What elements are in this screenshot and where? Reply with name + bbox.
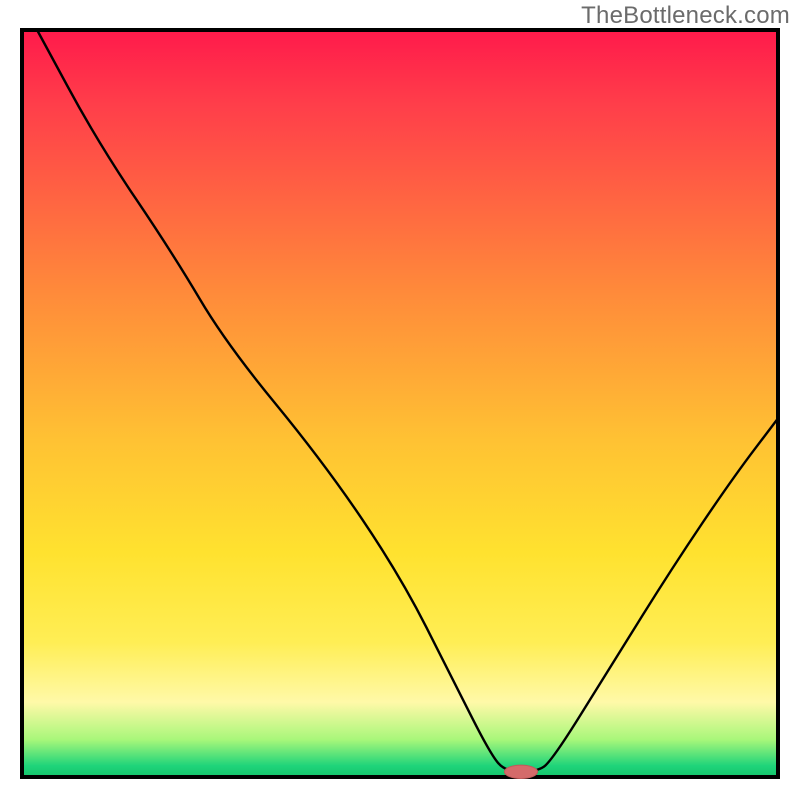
chart-frame: TheBottleneck.com (0, 0, 800, 800)
bottleneck-chart (0, 0, 800, 800)
minimum-marker (504, 765, 537, 778)
